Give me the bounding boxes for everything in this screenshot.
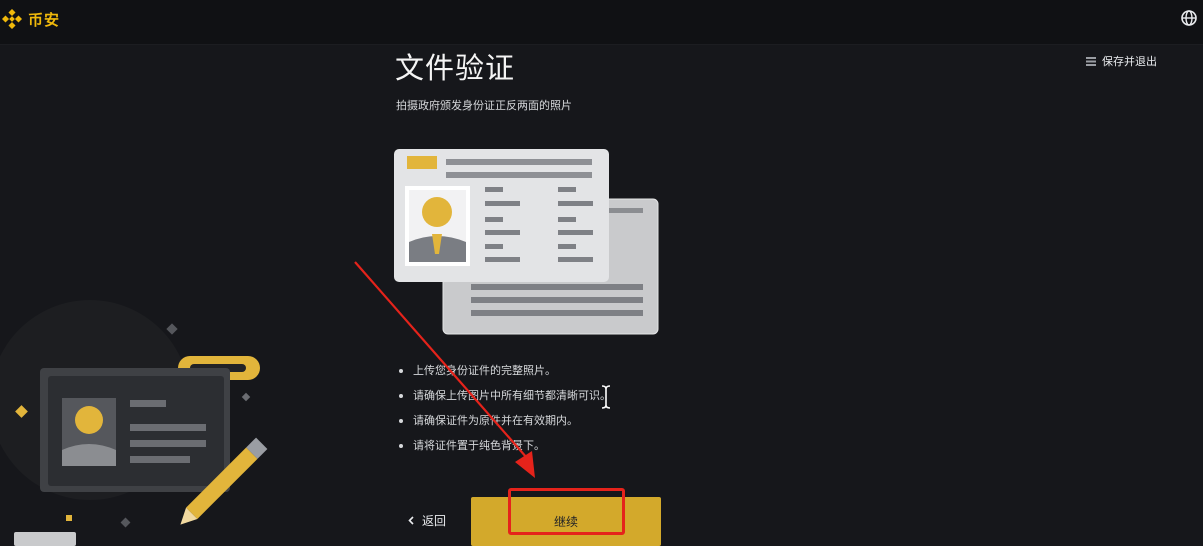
brand[interactable]: 币安 (2, 9, 60, 29)
back-label: 返回 (422, 514, 447, 528)
requirements-list: 上传您身份证件的完整照片。 请确保上传图片中所有细节都清晰可识。 请确保证件为原… (399, 362, 611, 462)
decorative-id-artwork (0, 300, 268, 546)
top-bar: 币安 (0, 0, 1203, 45)
back-button[interactable]: 返回 (408, 512, 446, 529)
save-exit-button[interactable]: 保存并退出 (1086, 53, 1157, 69)
list-item: 上传您身份证件的完整照片。 (399, 362, 611, 387)
list-item: 请确保证件为原件并在有效期内。 (399, 412, 611, 437)
globe-icon[interactable] (1181, 10, 1197, 26)
list-item: 请确保上传图片中所有细节都清晰可识。 (399, 387, 611, 412)
page-title: 文件验证 (395, 51, 516, 85)
brand-name: 币安 (28, 10, 61, 29)
annotation-highlight-box (508, 488, 625, 535)
page-subtitle: 拍摄政府颁发身份证正反两面的照片 (396, 99, 572, 112)
list-item: 请将证件置于纯色背景下。 (399, 437, 611, 462)
id-card-illustration (394, 149, 659, 335)
binance-logo-icon (2, 9, 22, 29)
save-exit-label: 保存并退出 (1102, 55, 1157, 68)
text-cursor-icon (601, 385, 611, 409)
menu-icon (1086, 56, 1096, 66)
chevron-left-icon (408, 516, 414, 525)
